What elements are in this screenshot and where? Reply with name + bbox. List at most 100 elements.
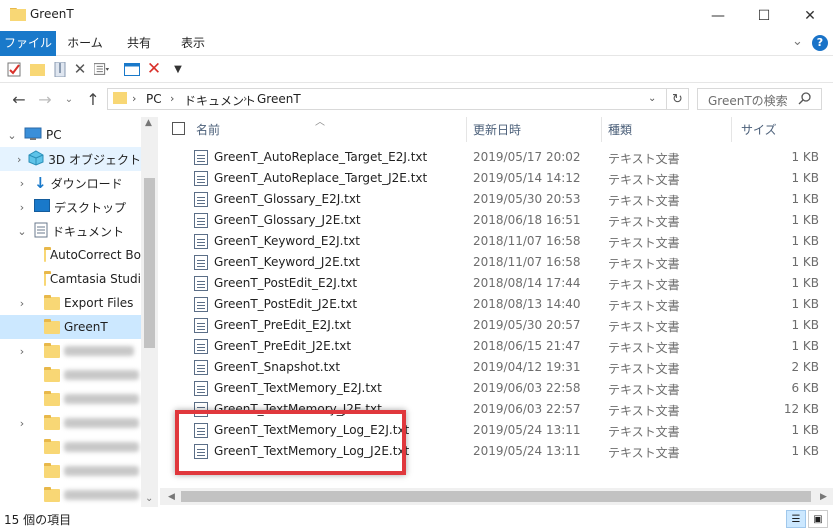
delete-x-icon[interactable]: ✕	[72, 60, 88, 78]
nav-item-autocorrect[interactable]: AutoCorrect Bo	[0, 243, 141, 267]
chevron-right-icon[interactable]: ›	[243, 92, 247, 105]
column-divider[interactable]	[601, 117, 602, 142]
scroll-left-icon[interactable]: ◀	[163, 488, 180, 505]
file-date: 2018/11/07 16:58	[473, 234, 581, 248]
nav-item-redacted[interactable]	[0, 435, 141, 459]
address-bar[interactable]: › PC › ドキュメント › GreenT ⌄	[107, 88, 667, 110]
file-date: 2019/05/30 20:57	[473, 318, 581, 332]
nav-item-redacted[interactable]: ›	[0, 339, 141, 363]
new-folder-icon[interactable]	[29, 61, 45, 77]
file-row[interactable]: GreenT_PostEdit_E2J.txt 2018/08/14 17:44 テ…	[160, 273, 833, 294]
nav-item-export-files[interactable]: › Export Files	[0, 291, 141, 315]
maximize-button[interactable]: ☐	[741, 0, 787, 31]
file-row[interactable]: GreenT_AutoReplace_Target_J2E.txt 2019/05…	[160, 168, 833, 189]
tab-home[interactable]: ホーム	[60, 31, 110, 56]
recent-chevron-icon[interactable]: ⌄	[58, 88, 80, 110]
chevron-right-icon[interactable]: ›	[132, 92, 136, 105]
folder-icon	[44, 390, 60, 406]
column-type[interactable]: 種類	[608, 121, 632, 138]
ribbon-tabs: ファイル ホーム 共有 表示 ⌄ ?	[0, 31, 833, 56]
ribbon-expand-icon[interactable]: ⌄	[792, 34, 803, 49]
refresh-button[interactable]: ↻	[667, 88, 689, 110]
file-row[interactable]: GreenT_AutoReplace_Target_E2J.txt 2019/05…	[160, 147, 833, 168]
breadcrumb-greent[interactable]: GreenT	[257, 92, 301, 106]
nav-label-greent: GreenT	[64, 320, 108, 334]
column-divider[interactable]	[731, 117, 732, 142]
nav-item-redacted[interactable]	[0, 363, 141, 387]
file-row[interactable]: GreenT_TextMemory_E2J.txt 2019/06/03 22:5…	[160, 378, 833, 399]
select-all-checkbox[interactable]	[172, 122, 185, 135]
search-box[interactable]: GreenTの検索	[697, 88, 822, 110]
column-divider[interactable]	[466, 117, 467, 142]
chevron-down-icon[interactable]: ⌄	[6, 129, 18, 142]
nav-item-redacted[interactable]	[0, 459, 141, 483]
close-button[interactable]: ✕	[787, 0, 833, 31]
nav-item-camtasia[interactable]: Camtasia Studi	[0, 267, 141, 291]
chevron-right-icon[interactable]: ›	[16, 177, 28, 190]
help-icon[interactable]: ?	[812, 35, 828, 51]
column-size[interactable]: サイズ	[741, 121, 777, 138]
folder-icon	[44, 462, 60, 478]
file-row[interactable]: GreenT_Glossary_J2E.txt 2018/06/18 16:51 テ…	[160, 210, 833, 231]
nav-item-pc[interactable]: ⌄ PC	[0, 123, 141, 147]
file-row[interactable]: GreenT_Keyword_E2J.txt 2018/11/07 16:58 テキ…	[160, 231, 833, 252]
nav-label-documents: ドキュメント	[52, 224, 125, 239]
forward-arrow-icon[interactable]: →	[34, 88, 56, 110]
red-delete-icon[interactable]: ✕	[146, 59, 162, 79]
text-file-icon	[194, 297, 208, 312]
tab-view[interactable]: 表示	[168, 31, 218, 56]
file-type: テキスト文書	[608, 383, 680, 397]
file-row[interactable]: GreenT_Snapshot.txt 2019/04/12 19:31 テキスト文…	[160, 357, 833, 378]
column-name[interactable]: 名前	[196, 121, 220, 138]
back-arrow-icon[interactable]: ←	[8, 88, 30, 110]
column-date[interactable]: 更新日時	[473, 121, 521, 138]
window-icon[interactable]	[124, 61, 140, 77]
customize-qat-icon[interactable]: ▼	[170, 61, 186, 77]
chevron-right-icon[interactable]: ›	[16, 297, 28, 310]
chevron-down-icon[interactable]: ⌄	[16, 225, 28, 238]
minimize-button[interactable]: —	[695, 0, 741, 31]
nav-item-documents[interactable]: ⌄ ドキュメント	[0, 219, 141, 243]
file-row[interactable]: GreenT_PostEdit_J2E.txt 2018/08/13 14:40 テ…	[160, 294, 833, 315]
large-icons-view-icon[interactable]: ▣	[808, 510, 828, 528]
chevron-right-icon[interactable]: ›	[16, 345, 28, 358]
hscroll-thumb[interactable]	[181, 491, 811, 502]
scroll-down-icon[interactable]: ⌄	[145, 493, 153, 504]
file-name: GreenT_AutoReplace_Target_J2E.txt	[214, 171, 428, 185]
nav-item-greent[interactable]: GreenT	[0, 315, 141, 339]
file-size: 1 KB	[791, 297, 819, 311]
view-options-icon[interactable]	[94, 61, 110, 77]
search-icon	[798, 91, 812, 108]
nav-item-desktop[interactable]: › デスクトップ	[0, 195, 141, 219]
chevron-right-icon[interactable]: ›	[170, 92, 174, 105]
nav-scroll-thumb[interactable]	[144, 178, 155, 348]
up-arrow-icon[interactable]: ↑	[82, 88, 104, 110]
properties-icon[interactable]	[6, 61, 22, 77]
file-type: テキスト文書	[608, 404, 680, 418]
breadcrumb-pc[interactable]: PC	[146, 92, 162, 106]
text-file-icon	[194, 171, 208, 186]
file-type: テキスト文書	[608, 215, 680, 229]
text-file-icon	[194, 360, 208, 375]
nav-item-3d-objects[interactable]: › 3D オブジェクト	[0, 147, 141, 171]
file-row[interactable]: GreenT_PreEdit_E2J.txt 2019/05/30 20:57 テキ…	[160, 315, 833, 336]
chevron-right-icon[interactable]: ›	[16, 153, 22, 166]
nav-item-downloads[interactable]: › ↓ ダウンロード	[0, 171, 141, 195]
scroll-up-icon[interactable]: ▲	[145, 118, 152, 128]
tab-share[interactable]: 共有	[114, 31, 164, 56]
file-row[interactable]: GreenT_PreEdit_J2E.txt 2018/06/15 21:47 テキ…	[160, 336, 833, 357]
address-dropdown-icon[interactable]: ⌄	[648, 93, 656, 104]
chevron-right-icon[interactable]: ›	[16, 201, 28, 214]
nav-item-redacted[interactable]	[0, 387, 141, 411]
text-file-icon	[194, 192, 208, 207]
nav-label-desktop: デスクトップ	[54, 200, 127, 215]
scroll-right-icon[interactable]: ▶	[815, 488, 832, 505]
chevron-right-icon[interactable]: ›	[16, 417, 28, 430]
tab-file[interactable]: ファイル	[0, 31, 56, 56]
file-row[interactable]: GreenT_Glossary_E2J.txt 2019/05/30 20:53 テ…	[160, 189, 833, 210]
file-row[interactable]: GreenT_Keyword_J2E.txt 2018/11/07 16:58 テキ…	[160, 252, 833, 273]
nav-item-redacted[interactable]	[0, 483, 141, 507]
nav-item-redacted[interactable]: ›	[0, 411, 141, 435]
details-view-icon[interactable]: ☰	[786, 510, 806, 528]
zip-icon[interactable]	[52, 61, 68, 77]
